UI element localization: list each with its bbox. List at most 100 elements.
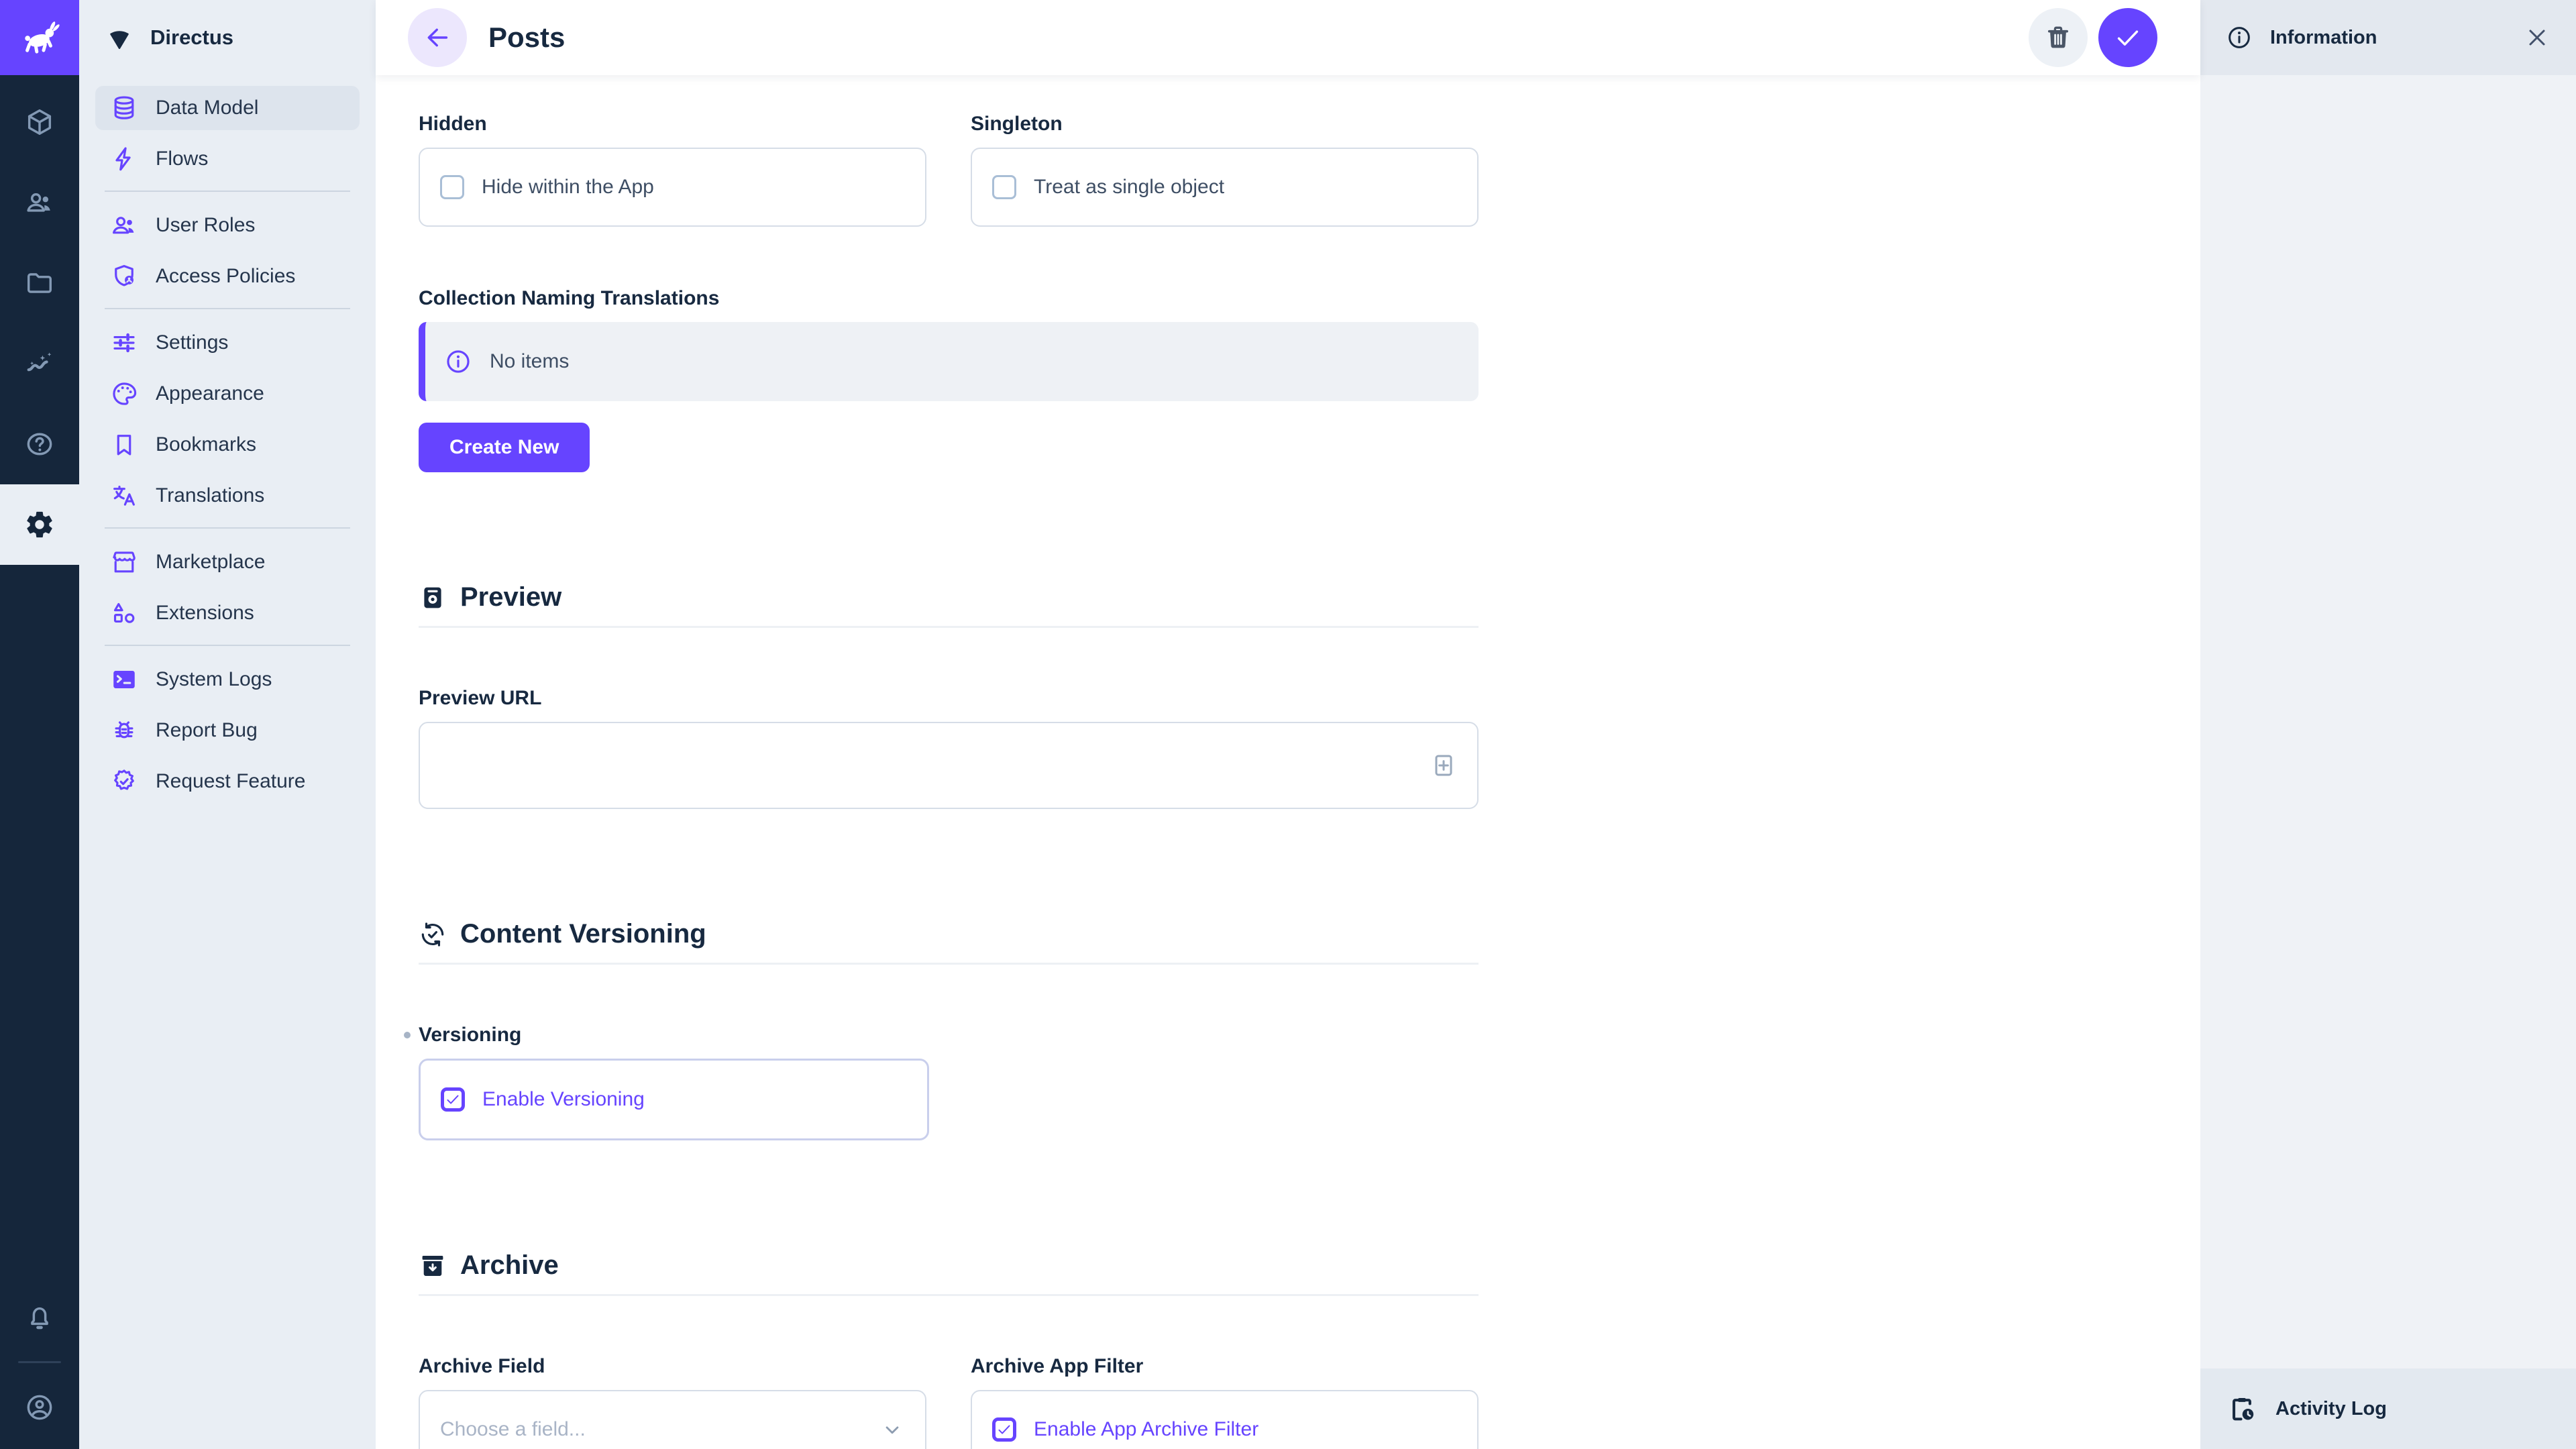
users-icon — [24, 187, 55, 218]
field-label: Archive Field — [419, 1355, 926, 1378]
module-settings[interactable] — [0, 484, 79, 565]
field-label: Archive App Filter — [971, 1355, 1479, 1378]
nav-list: Data Model Flows User Roles Access Policies… — [79, 75, 376, 804]
delete-button[interactable] — [2029, 8, 2088, 67]
archive-field-select[interactable]: Choose a field... — [419, 1390, 926, 1449]
sidebar-item-user-roles[interactable]: User Roles — [95, 203, 360, 248]
activity-log-button[interactable]: Activity Log — [2200, 1368, 2576, 1449]
module-account[interactable] — [0, 1367, 79, 1448]
treat-as-single-object-checkbox[interactable] — [992, 175, 1016, 199]
checkbox-label: Enable Versioning — [482, 1088, 645, 1111]
field-label: Singleton — [971, 113, 1479, 136]
field-singleton: Singleton Treat as single object — [971, 113, 1479, 227]
project-header[interactable]: Directus — [79, 0, 376, 75]
users-icon — [110, 211, 138, 239]
nav-divider — [105, 527, 350, 529]
checkbox-label: Hide within the App — [482, 176, 654, 199]
nav-sidebar: Directus Data Model Flows User Roles Access… — [79, 0, 376, 1449]
archive-icon — [419, 1252, 447, 1280]
sidebar-item-request-feature[interactable]: Request Feature — [95, 759, 360, 804]
main-area: Posts Hidden Hide within the App Singlet… — [376, 0, 2200, 1449]
sidebar-item-translations[interactable]: Translations — [95, 474, 360, 518]
notice-text: No items — [490, 350, 569, 373]
singleton-checkbox-field[interactable]: Treat as single object — [971, 148, 1479, 227]
gear-icon — [24, 509, 55, 540]
save-button[interactable] — [2098, 8, 2157, 67]
module-notifications[interactable] — [0, 1277, 79, 1357]
directus-rabbit-logo[interactable] — [0, 0, 79, 75]
module-users[interactable] — [0, 162, 79, 243]
field-label: Hidden — [419, 113, 926, 136]
sidebar-item-data-model[interactable]: Data Model — [95, 86, 360, 130]
box-icon — [24, 107, 55, 138]
archive-section-heading: Archive — [419, 1250, 1479, 1281]
section-title: Archive — [460, 1250, 559, 1281]
versioning-checkbox-field[interactable]: Enable Versioning — [419, 1059, 929, 1140]
back-button[interactable] — [408, 8, 467, 67]
module-content[interactable] — [0, 82, 79, 162]
sidebar-item-label: Request Feature — [156, 770, 305, 793]
trash-icon — [2043, 23, 2073, 52]
field-versioning: Versioning Enable Versioning — [419, 1024, 1521, 1140]
sidebar-item-access-policies[interactable]: Access Policies — [95, 254, 360, 299]
field-label: Versioning — [419, 1024, 1521, 1046]
sidebar-item-appearance[interactable]: Appearance — [95, 372, 360, 416]
nav-divider — [105, 308, 350, 309]
create-new-button[interactable]: Create New — [419, 423, 590, 472]
sidebar-item-settings[interactable]: Settings — [95, 321, 360, 365]
field-hidden: Hidden Hide within the App — [419, 113, 926, 227]
tune-icon — [110, 329, 138, 357]
sidebar-item-label: Flows — [156, 148, 208, 170]
select-placeholder: Choose a field... — [440, 1418, 586, 1441]
bell-icon — [24, 1301, 55, 1332]
hide-within-app-checkbox[interactable] — [440, 175, 464, 199]
sidebar-item-label: Appearance — [156, 382, 264, 405]
preview-url-input[interactable] — [440, 754, 1430, 777]
content-versioning-section-heading: Content Versioning — [419, 919, 1479, 949]
module-files[interactable] — [0, 243, 79, 323]
hidden-checkbox-field[interactable]: Hide within the App — [419, 148, 926, 227]
checkbox-check-icon — [444, 1091, 462, 1108]
checkbox-label: Treat as single object — [1034, 176, 1224, 199]
no-items-notice: No items — [419, 322, 1479, 401]
field-label: Preview URL — [419, 687, 1521, 710]
checkbox-check-icon — [996, 1421, 1013, 1438]
module-insights[interactable] — [0, 323, 79, 404]
sidebar-item-bookmarks[interactable]: Bookmarks — [95, 423, 360, 467]
archive-filter-checkbox-field[interactable]: Enable App Archive Filter — [971, 1390, 1479, 1449]
nav-divider — [105, 645, 350, 646]
enable-versioning-checkbox[interactable] — [441, 1087, 465, 1112]
sidebar-item-label: Bookmarks — [156, 433, 256, 456]
section-divider — [419, 963, 1479, 965]
sidebar-item-label: System Logs — [156, 668, 272, 691]
field-naming-translations: Collection Naming Translations No items … — [419, 287, 1521, 472]
sidebar-item-system-logs[interactable]: System Logs — [95, 657, 360, 702]
module-bar-bottom — [0, 1277, 79, 1449]
close-icon[interactable] — [2524, 24, 2551, 51]
section-divider — [419, 1294, 1479, 1296]
arrow-left-icon — [422, 22, 453, 53]
fan-icon — [105, 23, 134, 52]
clipboard-clock-icon — [2227, 1394, 2257, 1424]
sidebar-item-report-bug[interactable]: Report Bug — [95, 708, 360, 753]
field-label: Collection Naming Translations — [419, 287, 1521, 310]
folder-icon — [24, 268, 55, 299]
sidebar-item-marketplace[interactable]: Marketplace — [95, 540, 360, 584]
section-title: Content Versioning — [460, 919, 706, 949]
sidebar-item-extensions[interactable]: Extensions — [95, 591, 360, 635]
enable-app-archive-filter-checkbox[interactable] — [992, 1417, 1016, 1442]
preview-icon — [419, 584, 447, 612]
module-bar — [0, 0, 79, 1449]
sidebar-item-label: User Roles — [156, 214, 255, 237]
sidebar-item-label: Marketplace — [156, 551, 265, 574]
field-preview-url: Preview URL — [419, 687, 1521, 809]
add-box-icon[interactable] — [1430, 752, 1457, 779]
chevron-down-icon — [879, 1417, 905, 1442]
info-icon — [444, 347, 472, 376]
module-help[interactable] — [0, 404, 79, 484]
sidebar-item-label: Settings — [156, 331, 228, 354]
sidebar-item-label: Translations — [156, 484, 264, 507]
module-list — [0, 75, 79, 565]
bolt-icon — [110, 145, 138, 173]
sidebar-item-flows[interactable]: Flows — [95, 137, 360, 181]
